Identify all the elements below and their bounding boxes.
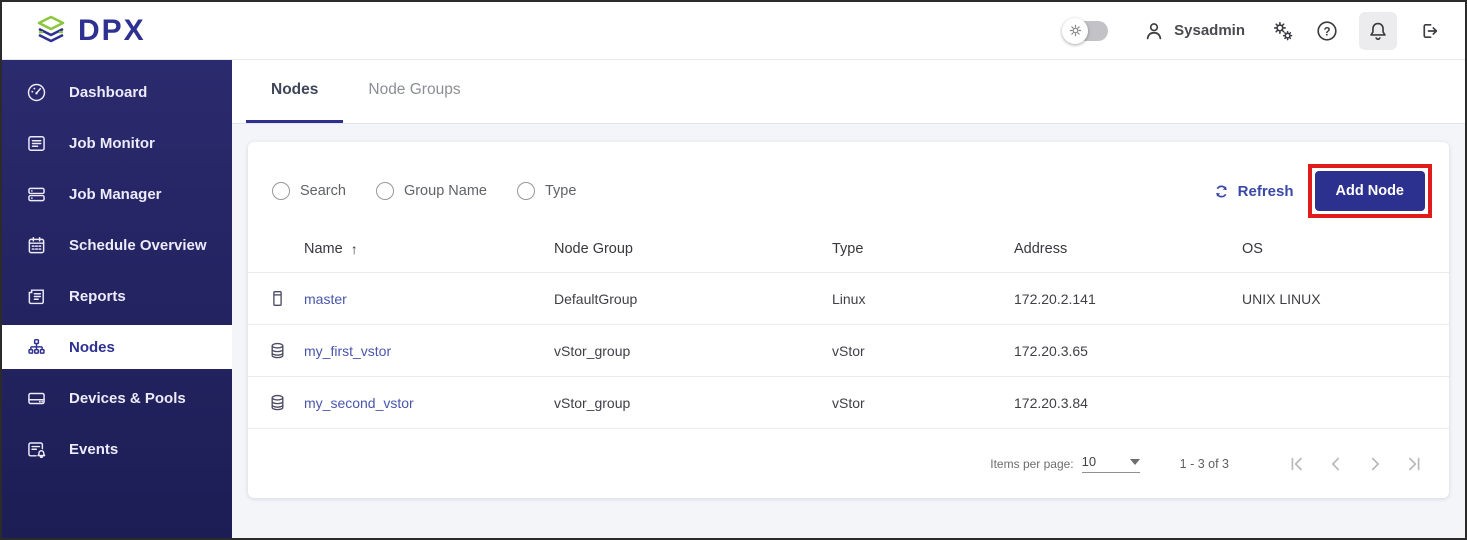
table-row[interactable]: my_second_vstor vStor_group vStor 172.20… xyxy=(248,376,1449,428)
node-name-link[interactable]: master xyxy=(304,291,554,307)
sidebar-item-schedule-overview[interactable]: Schedule Overview xyxy=(2,223,232,267)
tab-nodes[interactable]: Nodes xyxy=(246,60,343,123)
filter-row: Search Group Name Type xyxy=(272,182,576,200)
refresh-icon xyxy=(1212,182,1231,201)
cell-node-group: vStor_group xyxy=(554,395,832,411)
top-header: DPX xyxy=(2,2,1465,60)
filter-group-name-label: Group Name xyxy=(404,183,487,199)
filter-type-circle[interactable] xyxy=(517,182,535,200)
cell-address: 172.20.2.141 xyxy=(1014,291,1242,307)
add-node-button[interactable]: Add Node xyxy=(1315,171,1425,211)
nodes-card: Search Group Name Type xyxy=(248,142,1449,498)
toolbar-actions: Refresh Add Node xyxy=(1212,164,1432,218)
sidebar-item-dashboard[interactable]: Dashboard xyxy=(2,70,232,114)
filter-group-name-circle[interactable] xyxy=(376,182,394,200)
table-row[interactable]: my_first_vstor vStor_group vStor 172.20.… xyxy=(248,324,1449,376)
next-page-icon[interactable] xyxy=(1362,451,1388,477)
first-page-icon[interactable] xyxy=(1284,451,1310,477)
sidebar-item-label: Devices & Pools xyxy=(69,390,186,407)
previous-page-icon[interactable] xyxy=(1323,451,1349,477)
list-panel-icon xyxy=(26,133,47,154)
dpx-layers-icon xyxy=(34,14,68,48)
sidebar-item-label: Events xyxy=(69,441,118,458)
filter-search[interactable]: Search xyxy=(272,182,346,200)
user-menu[interactable]: Sysadmin xyxy=(1142,19,1245,43)
svg-text:?: ? xyxy=(1323,26,1330,38)
sidebar-item-nodes[interactable]: Nodes xyxy=(2,325,232,369)
main-content: Nodes Node Groups Search Group Name T xyxy=(232,60,1465,538)
pagination-bar: Items per page: 10 1 - 3 of 3 xyxy=(248,428,1449,498)
sidebar-item-events[interactable]: Events xyxy=(2,427,232,471)
sidebar-item-label: Job Manager xyxy=(69,186,162,203)
items-per-page-select[interactable]: 10 xyxy=(1082,454,1140,473)
cell-os: UNIX LINUX xyxy=(1242,291,1449,307)
table-header: Name ↑ Node Group Type Address OS xyxy=(248,226,1449,272)
node-name-link[interactable]: my_first_vstor xyxy=(304,343,554,359)
server-icon xyxy=(268,289,304,308)
cell-node-group: vStor_group xyxy=(554,343,832,359)
sidebar-item-label: Schedule Overview xyxy=(69,237,207,254)
table-row[interactable]: master DefaultGroup Linux 172.20.2.141 U… xyxy=(248,272,1449,324)
sidebar-item-label: Reports xyxy=(69,288,126,305)
sidebar-item-label: Nodes xyxy=(69,339,115,356)
gauge-icon xyxy=(26,82,47,103)
dark-mode-toggle[interactable] xyxy=(1068,21,1108,41)
filter-type-label: Type xyxy=(545,183,576,199)
column-header-type[interactable]: Type xyxy=(832,241,1014,257)
card-toolbar: Search Group Name Type xyxy=(248,142,1449,226)
sidebar-nav: Dashboard Job Monitor Job Manager xyxy=(2,60,232,538)
cell-type: vStor xyxy=(832,395,1014,411)
sidebar-item-label: Job Monitor xyxy=(69,135,155,152)
cell-node-group: DefaultGroup xyxy=(554,291,832,307)
notifications-bell-icon[interactable] xyxy=(1359,12,1397,50)
node-name-link[interactable]: my_second_vstor xyxy=(304,395,554,411)
cell-address: 172.20.3.65 xyxy=(1014,343,1242,359)
help-icon[interactable]: ? xyxy=(1315,19,1339,43)
drive-icon xyxy=(26,388,47,409)
sidebar-item-job-manager[interactable]: Job Manager xyxy=(2,172,232,216)
sidebar-item-label: Dashboard xyxy=(69,84,147,101)
logout-icon[interactable] xyxy=(1417,19,1441,43)
user-name: Sysadmin xyxy=(1174,22,1245,39)
filter-search-circle[interactable] xyxy=(272,182,290,200)
refresh-label: Refresh xyxy=(1238,183,1294,200)
refresh-button[interactable]: Refresh xyxy=(1212,182,1294,201)
gear-toggle-thumb xyxy=(1062,18,1088,44)
brand-name: DPX xyxy=(78,14,146,48)
settings-gears-icon[interactable] xyxy=(1271,19,1295,43)
column-header-name[interactable]: Name ↑ xyxy=(304,241,554,257)
cell-type: vStor xyxy=(832,343,1014,359)
column-header-address[interactable]: Address xyxy=(1014,241,1242,257)
tab-bar: Nodes Node Groups xyxy=(232,60,1465,124)
last-page-icon[interactable] xyxy=(1401,451,1427,477)
red-highlight-annotation: Add Node xyxy=(1308,164,1432,218)
sidebar-item-job-monitor[interactable]: Job Monitor xyxy=(2,121,232,165)
newspaper-icon xyxy=(26,286,47,307)
cell-type: Linux xyxy=(832,291,1014,307)
tab-node-groups[interactable]: Node Groups xyxy=(343,60,485,123)
filter-type[interactable]: Type xyxy=(517,182,576,200)
dpx-logo: DPX xyxy=(34,14,146,48)
sidebar-item-reports[interactable]: Reports xyxy=(2,274,232,318)
pagination-range: 1 - 3 of 3 xyxy=(1180,457,1229,471)
items-per-page-label: Items per page: xyxy=(990,457,1073,471)
items-per-page-value: 10 xyxy=(1082,454,1096,469)
sort-asc-icon[interactable]: ↑ xyxy=(351,241,358,257)
database-icon xyxy=(268,393,304,412)
user-icon xyxy=(1142,19,1166,43)
stacked-rows-icon xyxy=(26,184,47,205)
calendar-icon xyxy=(26,235,47,256)
app-window: DPX xyxy=(0,0,1467,540)
sidebar-item-devices-pools[interactable]: Devices & Pools xyxy=(2,376,232,420)
column-header-os[interactable]: OS xyxy=(1242,241,1449,257)
list-bell-icon xyxy=(26,439,47,460)
filter-group-name[interactable]: Group Name xyxy=(376,182,487,200)
column-header-node-group[interactable]: Node Group xyxy=(554,241,832,257)
filter-search-label: Search xyxy=(300,183,346,199)
chevron-down-icon xyxy=(1130,459,1140,465)
header-actions: Sysadmin ? xyxy=(1068,12,1441,50)
cell-address: 172.20.3.84 xyxy=(1014,395,1242,411)
database-icon xyxy=(268,341,304,360)
org-chart-icon xyxy=(26,337,47,358)
